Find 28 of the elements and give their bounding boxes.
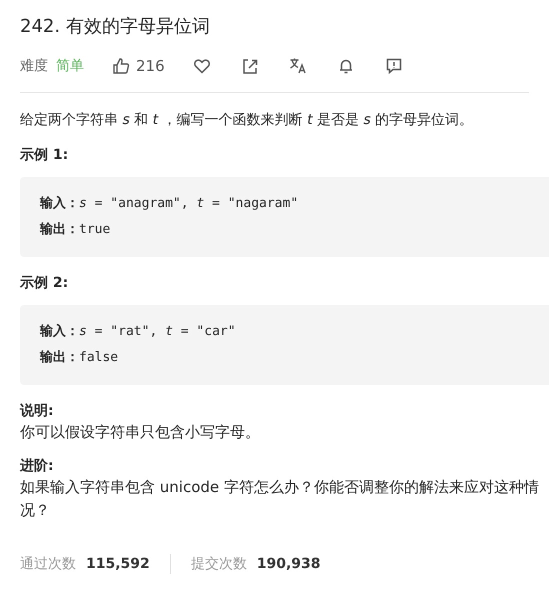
code-value: true xyxy=(79,222,110,237)
code-value: false xyxy=(79,350,118,365)
like-button[interactable]: 216 xyxy=(112,57,165,75)
example-heading: 示例 1: xyxy=(20,146,70,165)
stat-label: 提交次数 xyxy=(190,555,247,573)
code-label: 输出： xyxy=(40,222,79,237)
stat-value: 115,592 xyxy=(86,556,150,572)
code-value: s = "rat", t = "car" xyxy=(79,324,236,339)
difficulty-value: 简单 xyxy=(56,57,84,75)
difficulty-label: 难度 xyxy=(20,57,48,75)
code-label: 输入： xyxy=(40,324,79,339)
thumb-up-icon xyxy=(112,57,130,75)
problem-description: 给定两个字符串 s 和 t ，编写一个函数来判断 t 是否是 s 的字母异位词。 xyxy=(20,111,474,130)
section-heading: 进阶: xyxy=(20,457,55,476)
heart-icon[interactable] xyxy=(192,57,211,75)
note-text: 如果输入字符串包含 unicode 字符怎么办？你能否调整你的解法来应对这种情况？ xyxy=(20,477,540,521)
translate-icon[interactable] xyxy=(288,57,307,75)
stat-value: 190,938 xyxy=(256,556,321,572)
section-heading: 说明: xyxy=(20,402,55,421)
feedback-icon[interactable] xyxy=(384,57,403,75)
problem-title: 242. 有效的字母异位词 xyxy=(20,15,211,38)
stat-label: 通过次数 xyxy=(20,555,76,573)
code-value: s = "anagram", t = "nagaram" xyxy=(79,196,298,211)
example-heading: 示例 2: xyxy=(20,274,70,293)
note-text: 你可以假设字符串只包含小写字母。 xyxy=(20,422,261,443)
code-label: 输入： xyxy=(40,196,79,211)
code-label: 输出： xyxy=(40,350,79,365)
share-icon[interactable] xyxy=(240,57,259,75)
